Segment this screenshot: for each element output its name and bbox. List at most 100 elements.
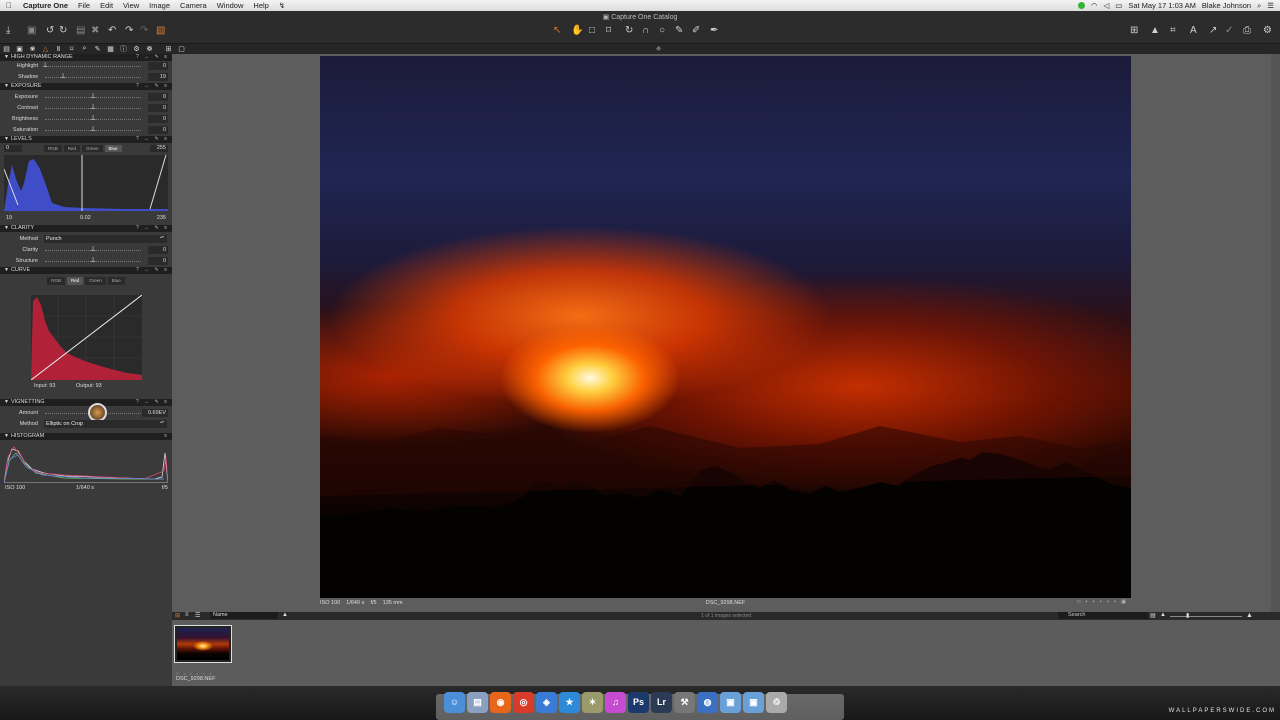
exposure-value[interactable]: 0: [148, 93, 168, 101]
menu-image[interactable]: Image: [144, 1, 175, 10]
battery-icon[interactable]: ▭: [1115, 1, 1122, 10]
thumb-size-slider[interactable]: [1170, 616, 1242, 617]
thumb-size-knob[interactable]: ▮: [1186, 612, 1189, 619]
details-tab-icon[interactable]: ⌕: [78, 45, 91, 53]
library-tab-icon[interactable]: ▤: [0, 45, 13, 53]
grid-icon[interactable]: ⊞: [1130, 26, 1138, 36]
viewer-scrollbar[interactable]: [1271, 54, 1280, 614]
apple-menu-icon[interactable]: : [0, 1, 18, 10]
wifi-icon[interactable]: ◠: [1091, 1, 1098, 10]
grid-overlay-icon[interactable]: ⌗: [1170, 26, 1176, 36]
panel-actions-icons[interactable]: ? ↔ ✎ ≡: [136, 267, 169, 274]
menu-view[interactable]: View: [118, 1, 144, 10]
panel-actions-icons[interactable]: ≡: [164, 433, 169, 440]
reset-all-icon[interactable]: ↻: [59, 26, 67, 36]
levels-tab-rgb[interactable]: RGB: [44, 145, 62, 152]
dock-lightroom-icon[interactable]: Lr: [651, 692, 672, 713]
dock-preview-icon[interactable]: ▤: [467, 692, 488, 713]
brightness-value[interactable]: 0: [148, 115, 168, 123]
dock-app-store-icon[interactable]: ★: [559, 692, 580, 713]
capture-icon[interactable]: ▣: [27, 26, 36, 36]
shadow-slider-knob[interactable]: ⊥: [59, 73, 67, 81]
local-adjust-tab-icon[interactable]: ✎: [91, 45, 104, 53]
dock-chrome-icon[interactable]: ◎: [513, 692, 534, 713]
composition-tab-icon[interactable]: ⌑: [65, 45, 78, 53]
search-input[interactable]: Search: [1058, 612, 1148, 619]
panel-actions-icons[interactable]: ? ↔ ✎ ≡: [136, 225, 169, 232]
panel-actions-icons[interactable]: ? ↔ ✎ ≡: [136, 136, 169, 143]
color-tab-icon[interactable]: ❀: [26, 45, 39, 53]
text-overlay-icon[interactable]: A: [1190, 26, 1197, 36]
panel-actions-icons[interactable]: ? ↔ ✎ ≡: [136, 54, 169, 61]
clock[interactable]: Sat May 17 1:03 AM: [1128, 1, 1196, 10]
cursor-tool-icon[interactable]: ↖: [553, 26, 561, 36]
capture-tab-icon[interactable]: ▣: [13, 45, 26, 53]
settings-icon[interactable]: ⚙: [1263, 26, 1272, 36]
zoom-large-icon[interactable]: ▲: [1246, 612, 1253, 619]
exposure-slider-knob[interactable]: ⊥: [89, 93, 97, 101]
brush-tool-icon[interactable]: ✎: [675, 26, 683, 36]
rotate-tool-icon[interactable]: ↻: [625, 26, 633, 36]
exposure-tab-icon[interactable]: △: [39, 45, 52, 53]
clarity-slider-knob[interactable]: ⊥: [89, 246, 97, 254]
proof-icon[interactable]: ✓: [1225, 26, 1233, 36]
dock-downloads-icon[interactable]: ▣: [743, 692, 764, 713]
undo-step-icon[interactable]: ↷: [125, 26, 133, 36]
print-icon[interactable]: ⎙: [1243, 26, 1251, 36]
eyedropper-tool-icon[interactable]: ✐: [692, 26, 700, 36]
highlight-slider-knob[interactable]: ⊥: [41, 62, 49, 70]
shadow-value[interactable]: 19: [148, 73, 168, 81]
filter-icon[interactable]: ▤: [1150, 612, 1156, 619]
highlight-value[interactable]: 0: [148, 62, 168, 70]
contrast-value[interactable]: 0: [148, 104, 168, 112]
exposure-panel-header[interactable]: ▼ EXPOSURE ? ↔ ✎ ≡: [0, 83, 172, 90]
vignetting-amount-value[interactable]: 0.69EV: [142, 409, 168, 417]
vignetting-method-select[interactable]: Elliptic on Crop: [44, 420, 167, 428]
menu-capture-one[interactable]: Capture One: [18, 1, 73, 10]
layout-single-icon[interactable]: ▢: [175, 45, 188, 53]
levels-top-right-value[interactable]: 255: [150, 145, 168, 152]
levels-histogram[interactable]: [4, 155, 168, 211]
dock-itunes-icon[interactable]: ♫: [605, 692, 626, 713]
volume-icon[interactable]: ◁: [1103, 1, 1109, 10]
status-indicator-icon[interactable]: [1077, 2, 1085, 9]
levels-bottom-mid-value[interactable]: 0.02: [80, 215, 91, 221]
levels-bottom-right-value[interactable]: 235: [157, 215, 166, 221]
menu-file[interactable]: File: [73, 1, 95, 10]
clarity-panel-header[interactable]: ▼ CLARITY ? ↔ ✎ ≡: [0, 225, 172, 232]
dock-finder-icon[interactable]: ☺: [444, 692, 465, 713]
panel-actions-icons[interactable]: ? ↔ ✎ ≡: [136, 399, 169, 406]
dock-globe-icon[interactable]: ◍: [697, 692, 718, 713]
dock-photoshop-icon[interactable]: Ps: [628, 692, 649, 713]
saturation-value[interactable]: 0: [148, 126, 168, 134]
edit-selected-icon[interactable]: ↗: [1209, 26, 1217, 36]
import-icon[interactable]: ⤓: [6, 26, 10, 36]
structure-value[interactable]: 0: [148, 257, 168, 265]
menu-window[interactable]: Window: [212, 1, 249, 10]
structure-slider-knob[interactable]: ⊥: [89, 257, 97, 265]
layout-grid-icon[interactable]: ⊞: [162, 45, 175, 53]
levels-bottom-left-value[interactable]: 19: [6, 215, 12, 221]
curve-tab-red[interactable]: Red: [66, 277, 84, 285]
levels-tab-blue[interactable]: Blue: [104, 145, 122, 152]
rating-icons[interactable]: □ • • • • • ▣: [1077, 599, 1128, 605]
levels-panel-header[interactable]: ▼ LEVELS ? ↔ ✎ ≡: [0, 136, 172, 143]
redo-icon[interactable]: ↷: [140, 26, 148, 36]
menu-camera[interactable]: Camera: [175, 1, 212, 10]
highlight-track[interactable]: [45, 66, 141, 67]
exposure-warning-icon[interactable]: ▲: [1150, 26, 1160, 36]
spot-removal-icon[interactable]: ○: [659, 26, 665, 36]
curve-tab-green[interactable]: Green: [85, 277, 106, 285]
pan-tool-icon[interactable]: ✋: [571, 26, 583, 36]
lens-tab-icon[interactable]: Ⅱ: [52, 45, 65, 53]
dock-trash-icon[interactable]: ♲: [766, 692, 787, 713]
panel-actions-icons[interactable]: ? ↔ ✎ ≡: [136, 83, 169, 90]
hdr-panel-header[interactable]: ▼ HIGH DYNAMIC RANGE ? ↔ ✎ ≡: [0, 54, 172, 61]
menu-help[interactable]: Help: [248, 1, 273, 10]
crop-tool-icon[interactable]: ⌑: [606, 26, 611, 36]
undo-icon[interactable]: ↶: [108, 26, 116, 36]
curve-graph[interactable]: [31, 295, 142, 380]
levels-tab-red[interactable]: Red: [63, 145, 81, 152]
loupe-tool-icon[interactable]: □: [589, 26, 595, 36]
adjustments-tab-icon[interactable]: ▦: [104, 45, 117, 53]
